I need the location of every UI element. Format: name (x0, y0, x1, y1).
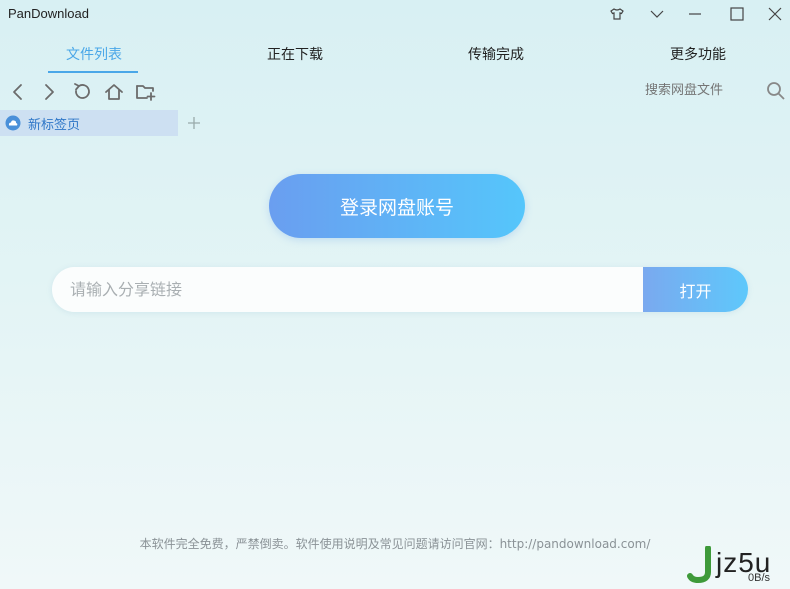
new-folder-icon[interactable] (134, 80, 158, 104)
cloud-icon (5, 115, 21, 131)
refresh-icon[interactable] (70, 80, 94, 104)
open-button[interactable]: 打开 (643, 267, 748, 312)
tab-more-features[interactable]: 更多功能 (638, 44, 758, 64)
share-link-bar: 打开 (52, 267, 748, 312)
page-tab-new[interactable]: 新标签页 (0, 110, 178, 136)
maximize-icon[interactable] (722, 0, 752, 28)
page-tab-label: 新标签页 (28, 117, 81, 133)
close-icon[interactable] (760, 0, 790, 28)
footer-notice: 本软件完全免费，严禁倒卖。软件使用说明及常见问题请访问官网：http://pan… (139, 537, 651, 551)
app-title: PanDownload (8, 6, 89, 21)
minimize-icon[interactable] (680, 0, 710, 28)
forward-icon[interactable] (37, 80, 61, 104)
dropdown-icon[interactable] (642, 0, 672, 28)
tab-completed[interactable]: 传输完成 (436, 44, 556, 64)
share-link-input[interactable] (52, 267, 643, 312)
toolbar (0, 78, 790, 106)
search-icon[interactable] (766, 81, 786, 105)
back-icon[interactable] (6, 80, 30, 104)
home-icon[interactable] (102, 80, 126, 104)
watermark-logo: jz5u (686, 546, 786, 586)
tab-downloading[interactable]: 正在下载 (235, 44, 355, 64)
search-input[interactable] (645, 83, 755, 98)
login-button[interactable]: 登录网盘账号 (269, 174, 525, 238)
download-speed: 0B/s (748, 572, 771, 584)
add-tab-icon[interactable] (184, 110, 204, 136)
active-tab-indicator (48, 71, 138, 73)
title-bar: PanDownload (0, 0, 790, 30)
tab-file-list[interactable]: 文件列表 (34, 44, 154, 64)
main-tabs: 文件列表 正在下载 传输完成 更多功能 (0, 40, 790, 74)
skin-icon[interactable] (602, 0, 632, 28)
